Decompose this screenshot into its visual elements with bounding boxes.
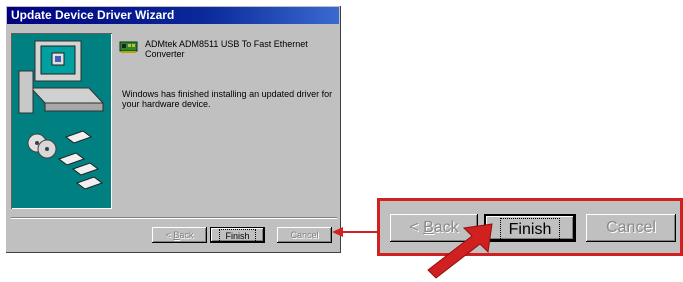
wizard-artwork [11, 33, 112, 209]
window-title[interactable]: Update Device Driver Wizard [7, 7, 339, 24]
callout-arrow-left [332, 227, 378, 237]
completion-message: Windows has finished installing an updat… [122, 89, 333, 109]
cancel-button[interactable]: Cancel [277, 227, 332, 243]
back-button[interactable]: < Back [152, 227, 207, 243]
wizard-dialog: Update Device Driver Wizard ADMtek ADM85… [5, 5, 341, 253]
zoom-cancel-label: Cancel [606, 219, 656, 236]
zoom-finish-label: Finish [499, 218, 561, 241]
zoom-cancel-button[interactable]: Cancel [586, 214, 676, 242]
cancel-button-label: Cancel [290, 230, 319, 240]
network-adapter-icon [119, 39, 139, 55]
finish-button[interactable]: Finish [210, 227, 265, 243]
computer-and-disks-illustration [18, 40, 105, 190]
button-separator [11, 217, 337, 219]
device-name: ADMtek ADM8511 USB To Fast Ethernet Conv… [145, 39, 308, 59]
back-button-label: ack [179, 230, 194, 240]
pointer-arrow [427, 223, 493, 279]
finish-button-label: Finish [219, 229, 256, 243]
